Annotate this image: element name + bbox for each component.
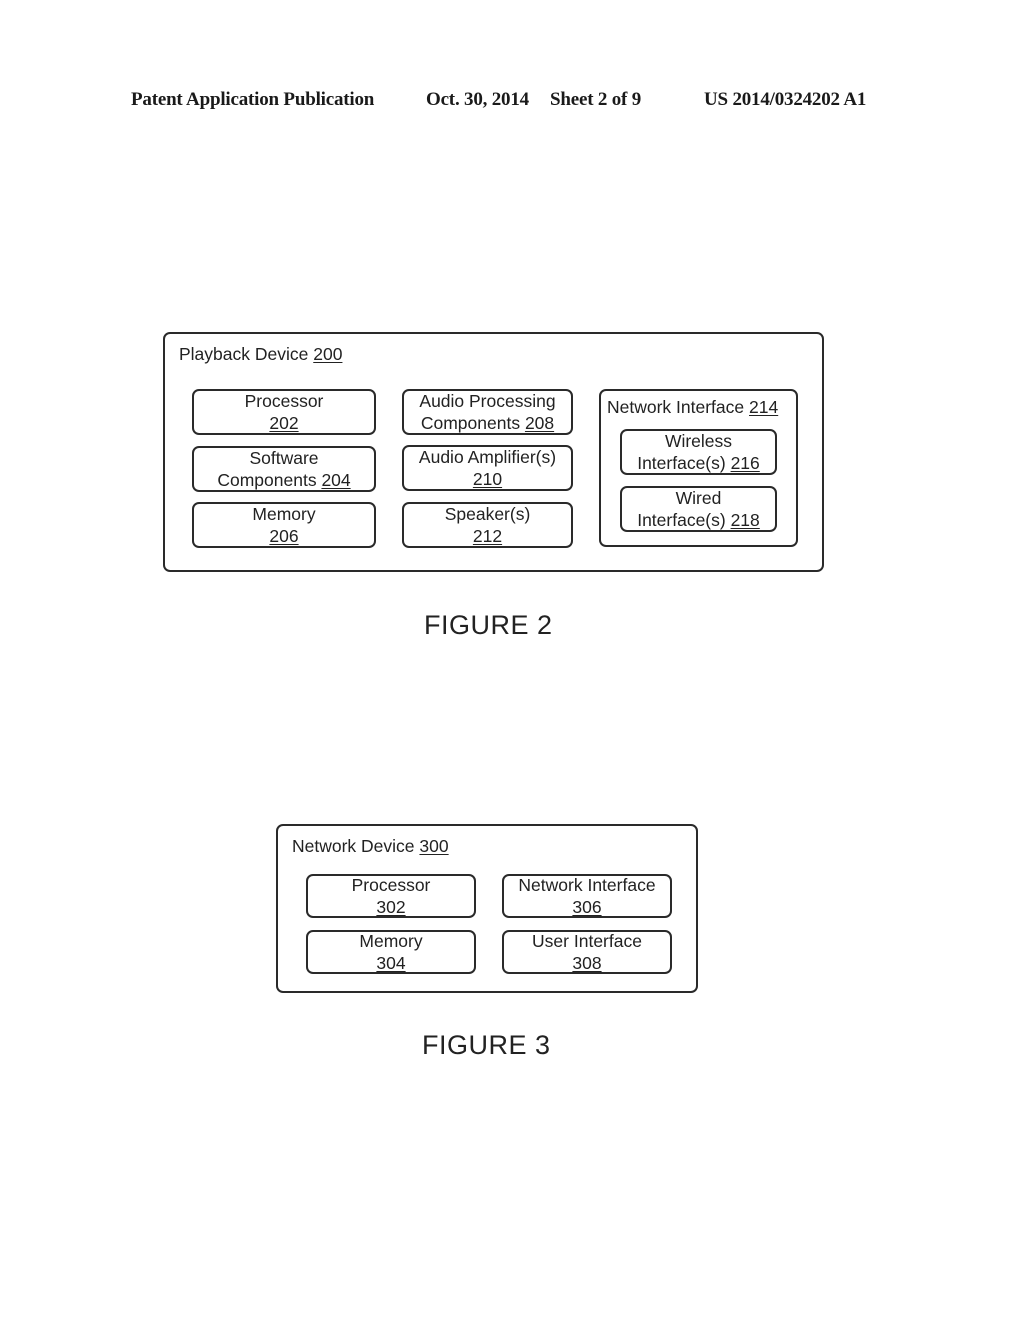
ref-212: 212 [472, 526, 503, 546]
wireless-interfaces-block: Wireless Interface(s) 216 [620, 429, 777, 475]
ref-208: 208 [524, 413, 555, 433]
audio-processing-components-block: Audio Processing Components 208 [402, 389, 573, 435]
ref-206: 206 [269, 526, 299, 546]
network-device-title: Network Device 300 [292, 836, 449, 856]
software-components-block: Software Components 204 [192, 446, 376, 492]
network-interface-block: Network Interface 214 Wireless Interface… [599, 389, 798, 547]
ref-306: 306 [572, 897, 602, 917]
publication-label: Patent Application Publication [131, 89, 375, 110]
sheet-number: Sheet 2 of 9 [550, 89, 642, 110]
memory-block: Memory 206 [192, 502, 376, 548]
network-device-block: Network Device 300 Processor 302 Network… [276, 824, 698, 993]
ref-210: 210 [472, 469, 503, 489]
ref-214: 214 [749, 397, 779, 417]
ref-304: 304 [376, 953, 406, 973]
user-interface-block: User Interface 308 [502, 930, 672, 974]
speakers-block: Speaker(s) 212 [402, 502, 573, 548]
wired-interfaces-block: Wired Interface(s) 218 [620, 486, 777, 532]
ref-200: 200 [313, 344, 343, 364]
network-interface-title: Network Interface 214 [607, 397, 779, 417]
ref-204: 204 [321, 470, 351, 490]
memory-block: Memory 304 [306, 930, 476, 974]
ref-308: 308 [572, 953, 602, 973]
figure-2-caption: FIGURE 2 [424, 610, 553, 640]
playback-device-title: Playback Device 200 [179, 344, 343, 364]
audio-amplifiers-block: Audio Amplifier(s) 210 [402, 445, 573, 491]
network-interface-block: Network Interface 306 [502, 874, 672, 918]
patent-number: US 2014/0324202 A1 [704, 89, 867, 110]
ref-202: 202 [269, 413, 299, 433]
publication-date: Oct. 30, 2014 [426, 89, 529, 110]
ref-218: 218 [730, 510, 760, 530]
ref-302: 302 [376, 897, 406, 917]
processor-block: Processor 202 [192, 389, 376, 435]
ref-300: 300 [419, 836, 449, 856]
ref-216: 216 [730, 453, 760, 473]
playback-device-block: Playback Device 200 Processor 202 Softwa… [163, 332, 824, 572]
figure-3-caption: FIGURE 3 [422, 1030, 551, 1060]
processor-block: Processor 302 [306, 874, 476, 918]
